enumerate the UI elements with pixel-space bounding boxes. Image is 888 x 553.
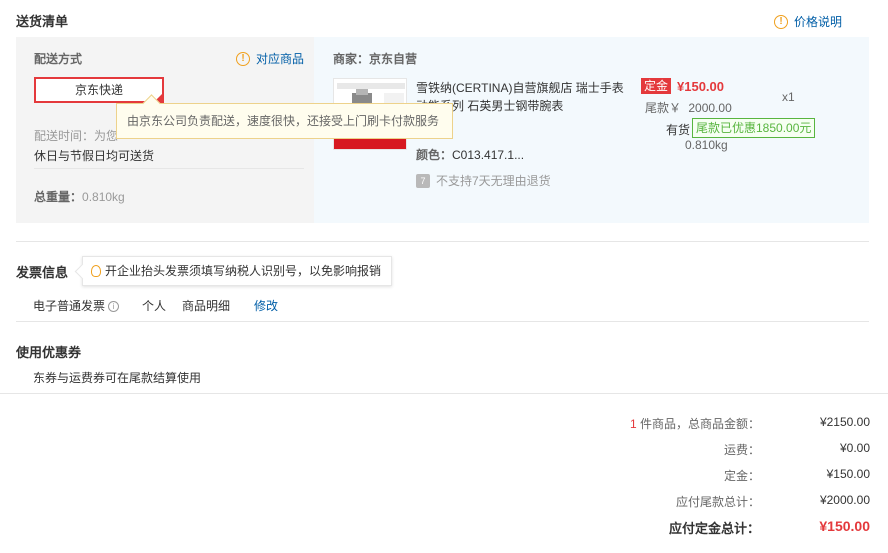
page-title: 送货清单 xyxy=(16,14,69,29)
summary-total-goods-value: ¥2150.00 xyxy=(819,415,870,429)
price-note-label: 价格说明 xyxy=(794,15,843,29)
info-icon[interactable]: i xyxy=(108,301,120,312)
delivery-time-line2: 休日与节假日均可送货 xyxy=(34,149,155,163)
total-weight-label: 总重量： xyxy=(34,190,83,204)
deposit-tag: 定金 xyxy=(641,78,672,94)
product-title-line1: 雪铁纳(CERTINA)自营旗舰店 瑞士手表 xyxy=(416,81,624,95)
coupon-title: 使用优惠券 xyxy=(16,345,82,360)
invoice-tip: 开企业抬头发票须填写纳税人识别号，以免影响报销 xyxy=(82,256,393,286)
summary-deposit-label: 定金： xyxy=(723,469,760,483)
summary-total-goods: 1 件商品，总商品金额： ¥2150.00 xyxy=(500,415,870,435)
product-color-label: 颜色： xyxy=(416,148,453,162)
invoice-edit-link[interactable]: 修改 xyxy=(254,297,278,314)
discount-badge: 尾款已优惠1850.00元 xyxy=(692,118,816,138)
balance-label: 尾款￥ xyxy=(645,101,682,115)
summary-balance: 应付尾款总计： ¥2000.00 xyxy=(500,493,870,513)
warning-icon: ! xyxy=(774,14,788,29)
summary-balance-value: ¥2000.00 xyxy=(819,493,870,507)
summary-balance-label: 应付尾款总计： xyxy=(675,495,760,509)
no-return-notice: 7 不支持7天无理由退货 xyxy=(416,172,551,189)
summary-shipping: 运费： ¥0.00 xyxy=(500,441,870,461)
stock-status: 有货 xyxy=(666,123,691,137)
shipping-option-jd-express[interactable]: 京东快递 xyxy=(34,77,164,103)
summary-shipping-label: 运费： xyxy=(723,443,760,457)
warning-icon: ! xyxy=(236,51,250,66)
price-note-link[interactable]: ! 价格说明 xyxy=(774,13,842,30)
summary-total-goods-label: 1 件商品，总商品金额： xyxy=(630,415,760,432)
total-weight: 总重量：0.810kg xyxy=(34,188,125,205)
divider xyxy=(16,241,869,242)
deposit-price: 定金 ¥150.00 xyxy=(641,78,724,94)
no-return-text: 不支持7天无理由退货 xyxy=(436,174,551,188)
invoice-type-label: 电子普通发票 xyxy=(33,299,106,313)
invoice-tip-text: 开企业抬头发票须填写纳税人识别号，以免影响报销 xyxy=(105,264,382,278)
product-color: 颜色：C013.417.1... xyxy=(416,146,524,163)
balance-price: 尾款￥ 2000.00 xyxy=(645,99,732,116)
related-products-link[interactable]: ! 对应商品 xyxy=(236,50,304,67)
divider xyxy=(34,168,304,169)
invoice-content: 商品明细 xyxy=(182,299,231,313)
delivery-time-line1: 配送时间：为您 xyxy=(34,129,119,143)
deposit-price-value: ¥150.00 xyxy=(677,78,725,94)
summary-deposit-total-value: ¥150.00 xyxy=(819,518,870,534)
divider xyxy=(16,321,869,322)
divider xyxy=(0,393,888,394)
merchant-label: 商家：京东自营 xyxy=(333,52,418,66)
product-quantity: x1 xyxy=(782,90,795,104)
lightbulb-icon xyxy=(91,265,101,277)
shipping-tooltip: 由京东公司负责配送，速度很快，还接受上门刷卡付款服务 xyxy=(116,103,453,139)
summary-deposit-value: ¥150.00 xyxy=(826,467,870,481)
shipping-label: 配送方式 xyxy=(34,52,83,66)
balance-value: 2000.00 xyxy=(688,101,732,115)
total-weight-value: 0.810kg xyxy=(82,190,125,204)
summary-deposit: 定金： ¥150.00 xyxy=(500,467,870,487)
invoice-type: 电子普通发票 i xyxy=(33,297,120,314)
related-products-label: 对应商品 xyxy=(256,52,305,66)
summary-deposit-total: 应付定金总计： ¥150.00 xyxy=(500,518,870,538)
item-count: 1 xyxy=(629,417,637,431)
no-return-icon: 7 xyxy=(416,173,430,188)
product-weight: 0.810kg xyxy=(685,138,728,152)
invoice-title: 发票信息 xyxy=(16,265,69,280)
summary-deposit-total-label: 应付定金总计： xyxy=(668,521,760,536)
coupon-note: 东券与运费券可在尾款结算使用 xyxy=(33,371,202,385)
invoice-holder: 个人 xyxy=(142,299,167,313)
item-count-suffix: 件商品，总商品金额： xyxy=(639,417,760,431)
product-color-value: C013.417.1... xyxy=(452,148,525,162)
summary-shipping-value: ¥0.00 xyxy=(839,441,870,455)
